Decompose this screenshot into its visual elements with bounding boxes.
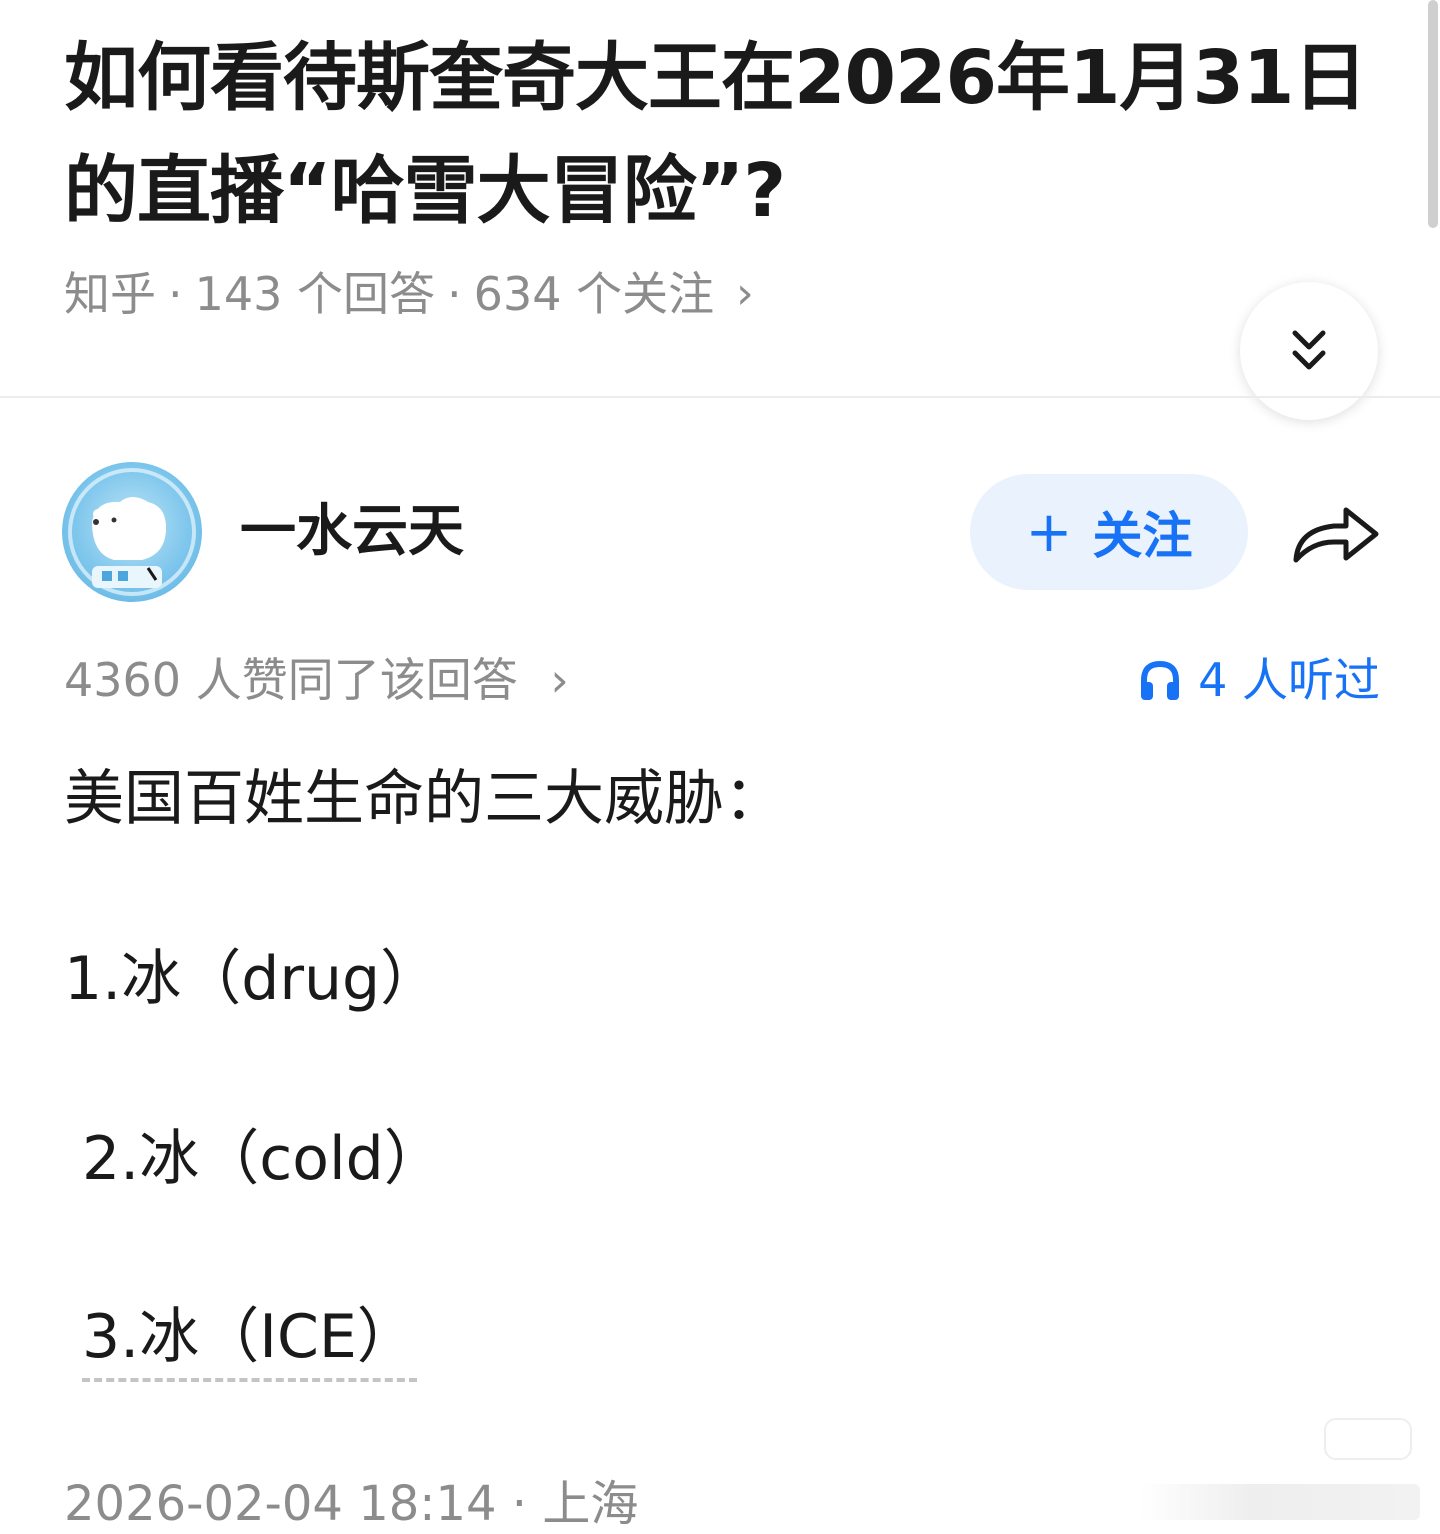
double-chevron-down-icon <box>1292 330 1326 370</box>
answer-timestamp: 2026-02-04 18:14 · 上海 <box>64 1476 639 1532</box>
question-meta[interactable]: 知乎 · 143 个回答 · 634 个关注 › <box>64 264 754 324</box>
answer-count: 143 个回答 <box>194 267 436 321</box>
chevron-right-icon: › <box>736 268 754 319</box>
listen-summary[interactable]: 4 人听过 <box>1138 650 1380 710</box>
question-title[interactable]: 如何看待斯奎奇大王在2026年1月31日的直播“哈雪大冒险”? <box>64 22 1394 248</box>
polar-bear-avatar-illustration <box>68 468 196 596</box>
share-arrow-icon <box>1293 507 1379 563</box>
expand-button[interactable] <box>1240 282 1378 420</box>
follow-label: 关注 <box>1092 507 1193 565</box>
author-avatar[interactable] <box>62 462 202 602</box>
share-button[interactable] <box>1290 496 1382 568</box>
watermark-logo <box>1324 1418 1412 1460</box>
section-divider <box>0 396 1440 398</box>
upvote-count-text: 4360 人赞同了该回答 <box>64 653 518 707</box>
upvote-summary[interactable]: 4360 人赞同了该回答 › <box>64 650 569 710</box>
answer-list-item: 1.冰（drug） <box>64 944 441 1014</box>
answer-paragraph: 美国百姓生命的三大威胁： <box>64 764 784 834</box>
listen-count-text: 4 人听过 <box>1198 653 1380 707</box>
meta-separator: · <box>447 267 462 321</box>
scrollbar-thumb[interactable] <box>1428 0 1438 228</box>
plus-icon: + <box>1025 499 1073 565</box>
author-name[interactable]: 一水云天 <box>240 496 464 568</box>
follower-count: 634 个关注 <box>473 267 715 321</box>
chevron-right-icon: › <box>550 653 569 707</box>
bottom-fade-overlay <box>1140 1484 1420 1520</box>
follow-button[interactable]: + 关注 <box>970 474 1248 590</box>
headphones-icon <box>1141 660 1180 700</box>
meta-separator: · <box>168 267 183 321</box>
source-label: 知乎 <box>64 267 156 321</box>
answer-list-item: 2.冰（cold） <box>82 1124 444 1194</box>
answer-list-item-linked[interactable]: 3.冰（ICE） <box>82 1298 417 1382</box>
